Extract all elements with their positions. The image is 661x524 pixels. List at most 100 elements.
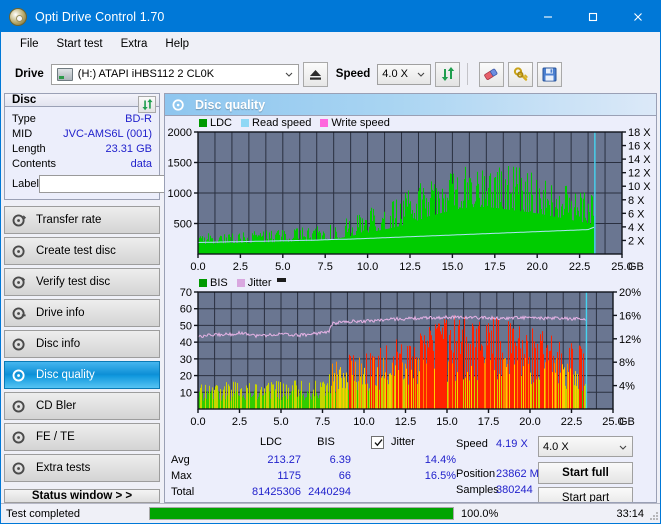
maximize-button[interactable]: [570, 1, 615, 32]
menu-bar: File Start test Extra Help: [1, 32, 660, 55]
sidebar-item-drive-info[interactable]: Drive info: [4, 299, 160, 327]
disc-refresh-button[interactable]: [138, 96, 156, 113]
chevron-down-icon: [280, 65, 298, 84]
sidebar-nav: Transfer rate Create test disc Verify te…: [4, 206, 160, 485]
keys-button[interactable]: [508, 61, 534, 87]
sidebar-item-disc-quality[interactable]: Disc quality: [4, 361, 160, 389]
legend-label-ldc: LDC: [210, 117, 233, 129]
start-part-button[interactable]: Start part: [538, 487, 633, 502]
svg-text:12.5: 12.5: [395, 416, 416, 428]
svg-text:30: 30: [180, 354, 192, 366]
svg-text:18 X: 18 X: [628, 127, 651, 139]
status-window-button[interactable]: Status window > >: [4, 489, 160, 503]
sidebar-item-create-test-disc[interactable]: Create test disc: [4, 237, 160, 265]
save-button[interactable]: [537, 61, 563, 87]
svg-text:15.0: 15.0: [442, 261, 463, 273]
legend-swatch-bis: [199, 279, 207, 287]
refresh-button[interactable]: [435, 61, 461, 87]
sidebar-item-label: Disc quality: [36, 369, 95, 381]
speed-select[interactable]: 4.0 X: [377, 63, 432, 85]
svg-text:10: 10: [180, 387, 192, 399]
disc-row-type: Type BD-R: [12, 111, 152, 126]
save-icon: [542, 67, 557, 81]
legend-entry-ldc: LDC: [199, 117, 232, 129]
disc-contents-value: data: [130, 157, 152, 170]
position-key: Position: [456, 468, 496, 480]
svg-text:7.5: 7.5: [318, 261, 333, 273]
svg-text:GB: GB: [619, 416, 635, 428]
svg-text:16 X: 16 X: [628, 141, 651, 153]
svg-text:20: 20: [180, 371, 192, 383]
disc-length-value: 23.31 GB: [105, 142, 152, 155]
svg-text:12.5: 12.5: [399, 261, 420, 273]
legend-label-read-speed: Read speed: [252, 117, 312, 129]
menu-item-extra[interactable]: Extra: [112, 36, 157, 52]
refresh-icon: [441, 67, 454, 81]
jitter-checkbox[interactable]: [371, 436, 384, 449]
checkmark-icon: [374, 439, 383, 447]
legend-swatch-read-speed: [241, 119, 250, 127]
disc-row-contents: Contents data: [12, 156, 152, 171]
svg-text:20.0: 20.0: [519, 416, 540, 428]
bis-jitter-chart-canvas[interactable]: 10 20 30 40 50 60 70 4% 8% 12% 16% 20% 0.0 2.5 5.0 7.5 1…: [165, 276, 657, 431]
test-speed-select[interactable]: 4.0 X: [538, 436, 633, 457]
close-button[interactable]: [615, 1, 660, 32]
svg-text:16%: 16%: [619, 310, 641, 322]
menu-item-help[interactable]: Help: [156, 36, 198, 52]
statistics-table: LDC BIS Jitter Avg 213.27 6.39 14.4% Max…: [171, 436, 456, 502]
sidebar-item-extra-tests[interactable]: Extra tests: [4, 454, 160, 482]
menu-item-start-test[interactable]: Start test: [48, 36, 112, 52]
stats-row-max-bis: 66: [338, 470, 351, 482]
svg-text:2.5: 2.5: [233, 261, 248, 273]
svg-text:60: 60: [180, 304, 192, 316]
svg-text:14 X: 14 X: [628, 154, 651, 166]
sidebar-item-fe-te[interactable]: FE / TE: [4, 423, 160, 451]
disc-burn-icon: [12, 244, 25, 258]
stats-row-avg-bis: 6.39: [329, 454, 351, 466]
sidebar-item-label: Drive info: [36, 307, 85, 319]
window-controls: [525, 1, 660, 32]
main-body: Disc Type BD-R MID JVC-AMS6L (001) Lengt…: [1, 93, 660, 503]
svg-text:2 X: 2 X: [628, 235, 645, 247]
sidebar-item-cd-bler[interactable]: CD Bler: [4, 392, 160, 420]
test-controls: Speed 4.19 X Position 23862 MB Samples 3…: [456, 436, 650, 502]
sidebar-item-disc-info[interactable]: Disc info: [4, 330, 160, 358]
stats-row-max-ldc: 1175: [277, 470, 301, 482]
svg-text:8%: 8%: [619, 357, 635, 369]
disc-panel-title: Disc: [12, 94, 37, 106]
minimize-button[interactable]: [525, 1, 570, 32]
disc-contents-key: Contents: [12, 157, 57, 170]
erase-button[interactable]: [479, 61, 505, 87]
status-bar: Test completed 100.0% 33:14: [1, 503, 660, 523]
stats-row-total-ldc: 81425306: [252, 486, 301, 498]
start-full-button[interactable]: Start full: [538, 462, 633, 484]
svg-text:8 X: 8 X: [628, 195, 645, 207]
stats-header-ldc: LDC: [259, 436, 282, 448]
disc-row-length: Length 23.31 GB: [12, 141, 152, 156]
legend-swatch-jitter: [236, 279, 245, 287]
toolbar-separator: [467, 63, 469, 85]
sidebar-item-verify-test-disc[interactable]: Verify test disc: [4, 268, 160, 296]
svg-text:500: 500: [174, 219, 192, 231]
menu-item-file[interactable]: File: [11, 36, 48, 52]
fe-te-icon: [12, 430, 25, 444]
stats-row-total-bis: 2440294: [308, 486, 351, 498]
stats-row-max-jitter: 16.5%: [424, 470, 456, 482]
ldc-chart-canvas[interactable]: 5001000150020002 X4 X6 X8 X10 X12 X14 X1…: [165, 116, 657, 276]
drive-select[interactable]: (H:) ATAPI iHBS112 2 CL0K: [50, 63, 299, 85]
legend-entry-read-speed: Read speed: [241, 117, 311, 129]
content-panel: Disc quality LDC Read speed Write speed: [164, 93, 657, 503]
legend-label-write-speed: Write speed: [331, 117, 390, 129]
disc-info-icon: [12, 337, 25, 351]
sidebar-item-label: Verify test disc: [36, 276, 111, 288]
svg-text:17.5: 17.5: [478, 416, 499, 428]
eject-button[interactable]: [302, 61, 328, 87]
resize-grip-icon[interactable]: [648, 510, 659, 521]
speed-label: Speed: [335, 68, 371, 80]
svg-text:0.0: 0.0: [190, 416, 205, 428]
svg-text:6 X: 6 X: [628, 208, 645, 220]
sidebar-item-transfer-rate[interactable]: Transfer rate: [4, 206, 160, 234]
sidebar-item-label: Create test disc: [36, 245, 116, 257]
stats-row-total-key: Total: [171, 486, 195, 498]
svg-text:40: 40: [180, 337, 192, 349]
